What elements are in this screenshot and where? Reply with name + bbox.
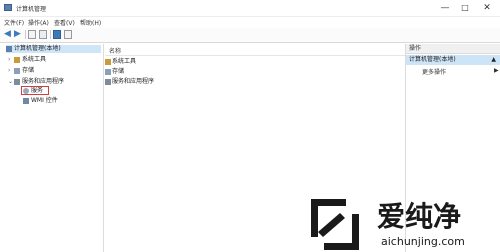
services-applications-icon	[105, 78, 111, 85]
tools-icon	[14, 56, 20, 63]
column-header-name[interactable]: 名称	[109, 46, 121, 55]
tools-icon	[105, 58, 111, 65]
title-bar: 计算机管理 — □ ✕	[0, 0, 500, 17]
details-pane: 名称 系统工具 存储 服务和应用程序	[105, 44, 406, 252]
toolbar: ◀ ▶	[0, 28, 500, 43]
minimize-button[interactable]: —	[436, 2, 454, 14]
tree-item-services-applications[interactable]: ⌄ 服务和应用程序	[8, 78, 64, 86]
toolbar-separator	[25, 30, 26, 39]
storage-icon	[14, 67, 20, 74]
menu-view[interactable]: 查看(V)	[54, 18, 75, 27]
list-item-system-tools[interactable]: 系统工具	[105, 58, 136, 66]
actions-selected-section[interactable]: 计算机管理(本地) ▲	[406, 55, 500, 65]
actions-pane: 操作 计算机管理(本地) ▲ 更多操作 ▶	[406, 44, 500, 252]
show-action-pane-icon[interactable]	[64, 30, 72, 39]
forward-arrow-icon[interactable]: ▶	[14, 30, 23, 39]
back-arrow-icon[interactable]: ◀	[4, 30, 13, 39]
close-button[interactable]: ✕	[478, 2, 496, 14]
more-actions-label: 更多操作	[422, 69, 447, 76]
window-title: 计算机管理	[16, 6, 47, 13]
more-actions[interactable]: 更多操作 ▶	[422, 67, 499, 76]
tree-root[interactable]: 计算机管理(本地)	[6, 45, 101, 53]
tree-root-label: 计算机管理(本地)	[14, 45, 61, 52]
properties-icon[interactable]	[39, 30, 47, 39]
list-item-services-applications[interactable]: 服务和应用程序	[105, 78, 154, 86]
wmi-icon	[23, 97, 29, 104]
services-applications-icon	[14, 78, 20, 85]
menu-action[interactable]: 操作(A)	[28, 18, 49, 27]
toolbar-separator	[50, 30, 51, 39]
collapse-up-icon[interactable]: ▲	[491, 55, 496, 65]
header-divider	[105, 55, 405, 56]
maximize-button[interactable]: □	[456, 2, 474, 14]
actions-section-title: 计算机管理(本地)	[409, 56, 456, 63]
help-icon[interactable]	[53, 30, 61, 39]
menu-file[interactable]: 文件(F)	[4, 18, 24, 27]
list-item-storage[interactable]: 存储	[105, 68, 124, 76]
highlight-box	[21, 86, 49, 95]
actions-header: 操作	[406, 44, 500, 54]
computer-icon	[6, 45, 12, 52]
menu-bar: 文件(F) 操作(A) 查看(V) 帮助(H)	[0, 17, 500, 27]
tree-item-storage[interactable]: › 存储	[8, 67, 34, 75]
menu-help[interactable]: 帮助(H)	[80, 18, 101, 27]
storage-icon	[105, 68, 111, 75]
submenu-arrow-icon: ▶	[494, 67, 499, 74]
computer-management-icon	[4, 4, 12, 11]
tree-item-system-tools[interactable]: › 系统工具	[8, 56, 46, 64]
tree-item-wmi[interactable]: WMI 控件	[23, 97, 58, 105]
show-tree-icon[interactable]	[28, 30, 36, 39]
navigation-tree: 计算机管理(本地) › 系统工具 › 存储 ⌄ 服务和应用程序 服务 WMI 控件	[5, 44, 104, 252]
